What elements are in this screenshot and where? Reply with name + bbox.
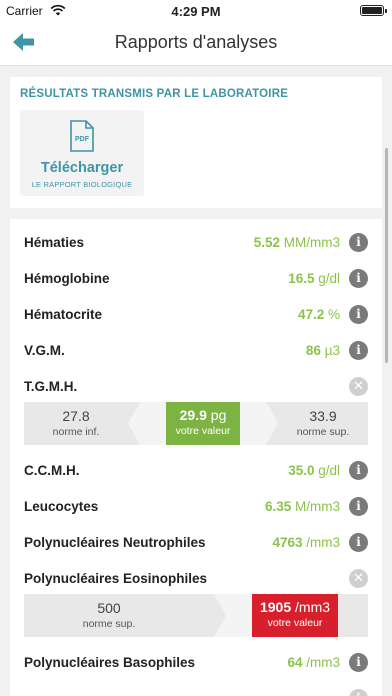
result-value: 64 /mm3 (287, 655, 340, 670)
battery-icon (360, 5, 387, 16)
result-name: C.C.M.H. (24, 463, 80, 478)
lab-report-card: RÉSULTATS TRANSMIS PAR LE LABORATOIRE PD… (10, 77, 382, 208)
info-icon[interactable]: i (349, 653, 368, 672)
pdf-badge-text: PDF (75, 136, 90, 143)
result-row[interactable]: C.C.M.H. 35.0 g/dl i (24, 459, 368, 483)
status-bar: Carrier 4:29 PM (0, 0, 392, 22)
result-value: 6.35 M/mm3 (264, 499, 340, 514)
result-row-expanded[interactable]: Polynucléaires Eosinophiles ✕ (24, 567, 368, 591)
result-name: Polynucléaires Neutrophiles (24, 535, 206, 550)
range-min: 27.8 norme inf. (52, 408, 100, 438)
result-name: T.G.M.H. (24, 379, 78, 394)
result-value: 16.5 g/dl (288, 271, 340, 286)
result-row[interactable]: V.G.M. 86 µ3 i (24, 339, 368, 363)
result-value: 5.52 MM/mm3 (253, 235, 340, 250)
result-value: 35.0 g/dl (288, 463, 340, 478)
result-value: 4763 /mm3 (272, 535, 340, 550)
info-icon[interactable]: i (349, 269, 368, 288)
results-card: Hématies 5.52 MM/mm3 i Hémoglobine 16.5 … (10, 219, 382, 696)
info-icon[interactable]: i (349, 689, 368, 696)
eosinophiles-range-strip: 500 norme sup. 1905 /mm3 votre valeur (24, 594, 368, 637)
info-icon[interactable]: i (349, 533, 368, 552)
result-value: 47.2 % (297, 307, 340, 322)
navigation-bar: Rapports d'analyses (0, 22, 392, 66)
clock: 4:29 PM (171, 4, 221, 19)
range-max: 33.9 norme sup. (296, 408, 350, 438)
result-name: Polynucléaires Eosinophiles (24, 571, 208, 586)
download-report-button[interactable]: PDF Télécharger LE RAPPORT BIOLOGIQUE (20, 110, 144, 196)
tgmh-range-strip: 27.8 norme inf. 29.9 pg votre valeur 33.… (24, 402, 368, 445)
current-value-badge: 29.9 pg votre valeur (166, 402, 240, 445)
result-row-expanded[interactable]: T.G.M.H. ✕ (24, 375, 368, 399)
result-name: Polynucléaires Basophiles (24, 655, 196, 670)
result-row[interactable]: Polynucléaires Neutrophiles 4763 /mm3 i (24, 531, 368, 555)
result-name: Hématies (24, 235, 85, 250)
info-icon[interactable]: i (349, 461, 368, 480)
download-sublabel: LE RAPPORT BIOLOGIQUE (31, 180, 133, 189)
info-icon[interactable]: i (349, 341, 368, 360)
chevron-right-icon (194, 594, 252, 637)
result-row[interactable]: i (24, 687, 368, 696)
result-name: Leucocytes (24, 499, 99, 514)
result-row[interactable]: Hématocrite 47.2 % i (24, 303, 368, 327)
close-icon[interactable]: ✕ (349, 377, 368, 396)
info-icon[interactable]: i (349, 233, 368, 252)
info-icon[interactable]: i (349, 305, 368, 324)
close-icon[interactable]: ✕ (349, 569, 368, 588)
pdf-file-icon: PDF (70, 120, 94, 157)
result-row[interactable]: Hématies 5.52 MM/mm3 i (24, 231, 368, 255)
section-heading: RÉSULTATS TRANSMIS PAR LE LABORATOIRE (20, 88, 289, 100)
result-value: 86 µ3 (305, 343, 340, 358)
result-row[interactable]: Leucocytes 6.35 M/mm3 i (24, 495, 368, 519)
result-name: Hémoglobine (24, 271, 110, 286)
chevron-right-icon (240, 402, 278, 445)
result-name: V.G.M. (24, 343, 65, 358)
page-title: Rapports d'analyses (114, 32, 278, 52)
info-icon[interactable]: i (349, 497, 368, 516)
range-max: 500 norme sup. (82, 600, 136, 630)
result-row[interactable]: Hémoglobine 16.5 g/dl i (24, 267, 368, 291)
download-label: Télécharger (40, 160, 124, 176)
result-name: Hématocrite (24, 307, 103, 322)
chevron-left-icon (128, 402, 166, 445)
result-row[interactable]: Polynucléaires Basophiles 64 /mm3 i (24, 651, 368, 675)
scrollbar[interactable] (385, 148, 388, 363)
current-value-badge: 1905 /mm3 votre valeur (252, 594, 338, 637)
